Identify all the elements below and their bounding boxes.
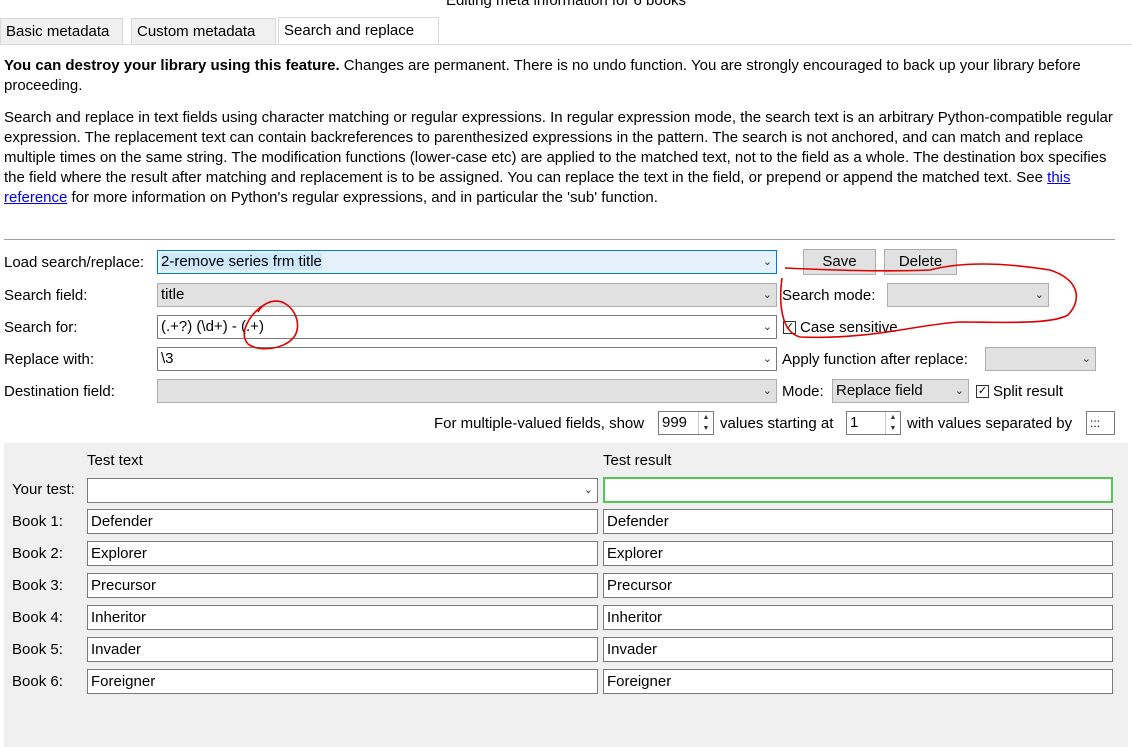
- multi-show-label: For multiple-valued fields, show: [434, 415, 645, 432]
- destination-field-combo[interactable]: ⌄: [157, 379, 777, 403]
- test-panel: Test text Test result Your test: ⌄ Book …: [4, 443, 1128, 747]
- test-text-header: Test text: [87, 452, 143, 469]
- load-search-replace-value: 2-remove series frm title: [161, 253, 322, 270]
- split-result-label: Split result: [993, 383, 1064, 400]
- warning-bold: You can destroy your library using this …: [4, 57, 340, 74]
- replace-with-value: \3: [161, 350, 174, 367]
- book-test-result[interactable]: Precursor: [603, 573, 1113, 598]
- search-for-combo[interactable]: (.+?) (\d+) - (.+) ⌄: [157, 315, 777, 339]
- book-test-text[interactable]: Foreigner: [87, 669, 598, 694]
- separator-input[interactable]: :::: [1086, 411, 1115, 435]
- window-title: Editing meta information for 6 books: [445, 0, 687, 9]
- apply-function-label: Apply function after replace:: [782, 351, 968, 368]
- case-sensitive-label: Case sensitive: [800, 319, 898, 336]
- destination-field-label: Destination field:: [4, 383, 115, 400]
- chevron-down-icon: ⌄: [762, 353, 772, 365]
- description-text: Search and replace in text fields using …: [4, 108, 1114, 208]
- description-after: for more information on Python's regular…: [67, 189, 658, 206]
- mode-combo[interactable]: Replace field ⌄: [832, 379, 969, 403]
- tab-divider: [0, 44, 1132, 45]
- chevron-down-icon: ⌄: [1081, 353, 1091, 365]
- load-search-replace-combo[interactable]: 2-remove series frm title ⌄: [157, 250, 777, 274]
- values-starting-spinbox[interactable]: 1 ▲ ▼: [846, 411, 901, 435]
- search-field-value: title: [161, 286, 185, 303]
- multi-show-value: 999: [662, 414, 688, 431]
- chevron-down-icon: ⌄: [762, 256, 772, 268]
- book-label: Book 3:: [12, 577, 63, 594]
- warning-text: You can destroy your library using this …: [4, 56, 1114, 96]
- spin-arrows-icon[interactable]: ▲ ▼: [698, 412, 713, 434]
- book-test-text[interactable]: Invader: [87, 637, 598, 662]
- mode-value: Replace field: [836, 382, 923, 399]
- tab-custom-metadata[interactable]: Custom metadata: [131, 18, 276, 44]
- tab-basic-metadata[interactable]: Basic metadata: [0, 18, 123, 44]
- search-field-combo[interactable]: title ⌄: [157, 283, 777, 307]
- book-label: Book 1:: [12, 513, 63, 530]
- book-test-result[interactable]: Inheritor: [603, 605, 1113, 630]
- your-test-result[interactable]: [603, 477, 1113, 503]
- book-label: Book 5:: [12, 641, 63, 658]
- separated-label: with values separated by: [907, 415, 1073, 432]
- chevron-down-icon: ⌄: [762, 321, 772, 333]
- tab-search-and-replace[interactable]: Search and replace: [278, 17, 439, 45]
- description-before: Search and replace in text fields using …: [4, 109, 1113, 186]
- values-starting-label: values starting at: [720, 415, 834, 432]
- your-test-label: Your test:: [12, 481, 75, 498]
- search-for-label: Search for:: [4, 319, 78, 336]
- book-test-text[interactable]: Explorer: [87, 541, 598, 566]
- chevron-down-icon: ⌄: [762, 289, 772, 301]
- book-test-result[interactable]: Defender: [603, 509, 1113, 534]
- apply-function-combo[interactable]: ⌄: [985, 347, 1096, 371]
- tab-bar: Basic metadata Custom metadata Search an…: [0, 17, 1132, 45]
- book-test-result[interactable]: Foreigner: [603, 669, 1113, 694]
- chevron-down-icon: ⌄: [1034, 289, 1044, 301]
- replace-with-combo[interactable]: \3 ⌄: [157, 347, 777, 371]
- book-test-text[interactable]: Precursor: [87, 573, 598, 598]
- split-result-checkbox[interactable]: ✓: [976, 385, 989, 398]
- book-test-text[interactable]: Defender: [87, 509, 598, 534]
- book-test-result[interactable]: Invader: [603, 637, 1113, 662]
- test-result-header: Test result: [603, 452, 672, 469]
- book-test-result[interactable]: Explorer: [603, 541, 1113, 566]
- load-search-replace-label: Load search/replace:: [4, 254, 145, 271]
- chevron-down-icon: ⌄: [583, 484, 593, 496]
- delete-button[interactable]: Delete: [884, 249, 957, 275]
- replace-with-label: Replace with:: [4, 351, 95, 368]
- chevron-down-icon: ⌄: [954, 385, 964, 397]
- search-mode-label: Search mode:: [782, 287, 876, 304]
- book-label: Book 6:: [12, 673, 63, 690]
- chevron-down-icon: ⌄: [762, 385, 772, 397]
- mode-label: Mode:: [782, 383, 824, 400]
- book-label: Book 2:: [12, 545, 63, 562]
- save-button[interactable]: Save: [803, 249, 876, 275]
- search-for-value: (.+?) (\d+) - (.+): [161, 318, 264, 335]
- multi-show-spinbox[interactable]: 999 ▲ ▼: [658, 411, 714, 435]
- spin-arrows-icon[interactable]: ▲ ▼: [885, 412, 900, 434]
- search-mode-combo[interactable]: ⌄: [887, 283, 1049, 307]
- case-sensitive-checkbox[interactable]: ✓: [783, 321, 796, 334]
- your-test-input[interactable]: ⌄: [87, 478, 598, 503]
- book-label: Book 4:: [12, 609, 63, 626]
- search-field-label: Search field:: [4, 287, 88, 304]
- book-test-text[interactable]: Inheritor: [87, 605, 598, 630]
- separator: [4, 239, 1115, 240]
- values-starting-value: 1: [850, 414, 859, 431]
